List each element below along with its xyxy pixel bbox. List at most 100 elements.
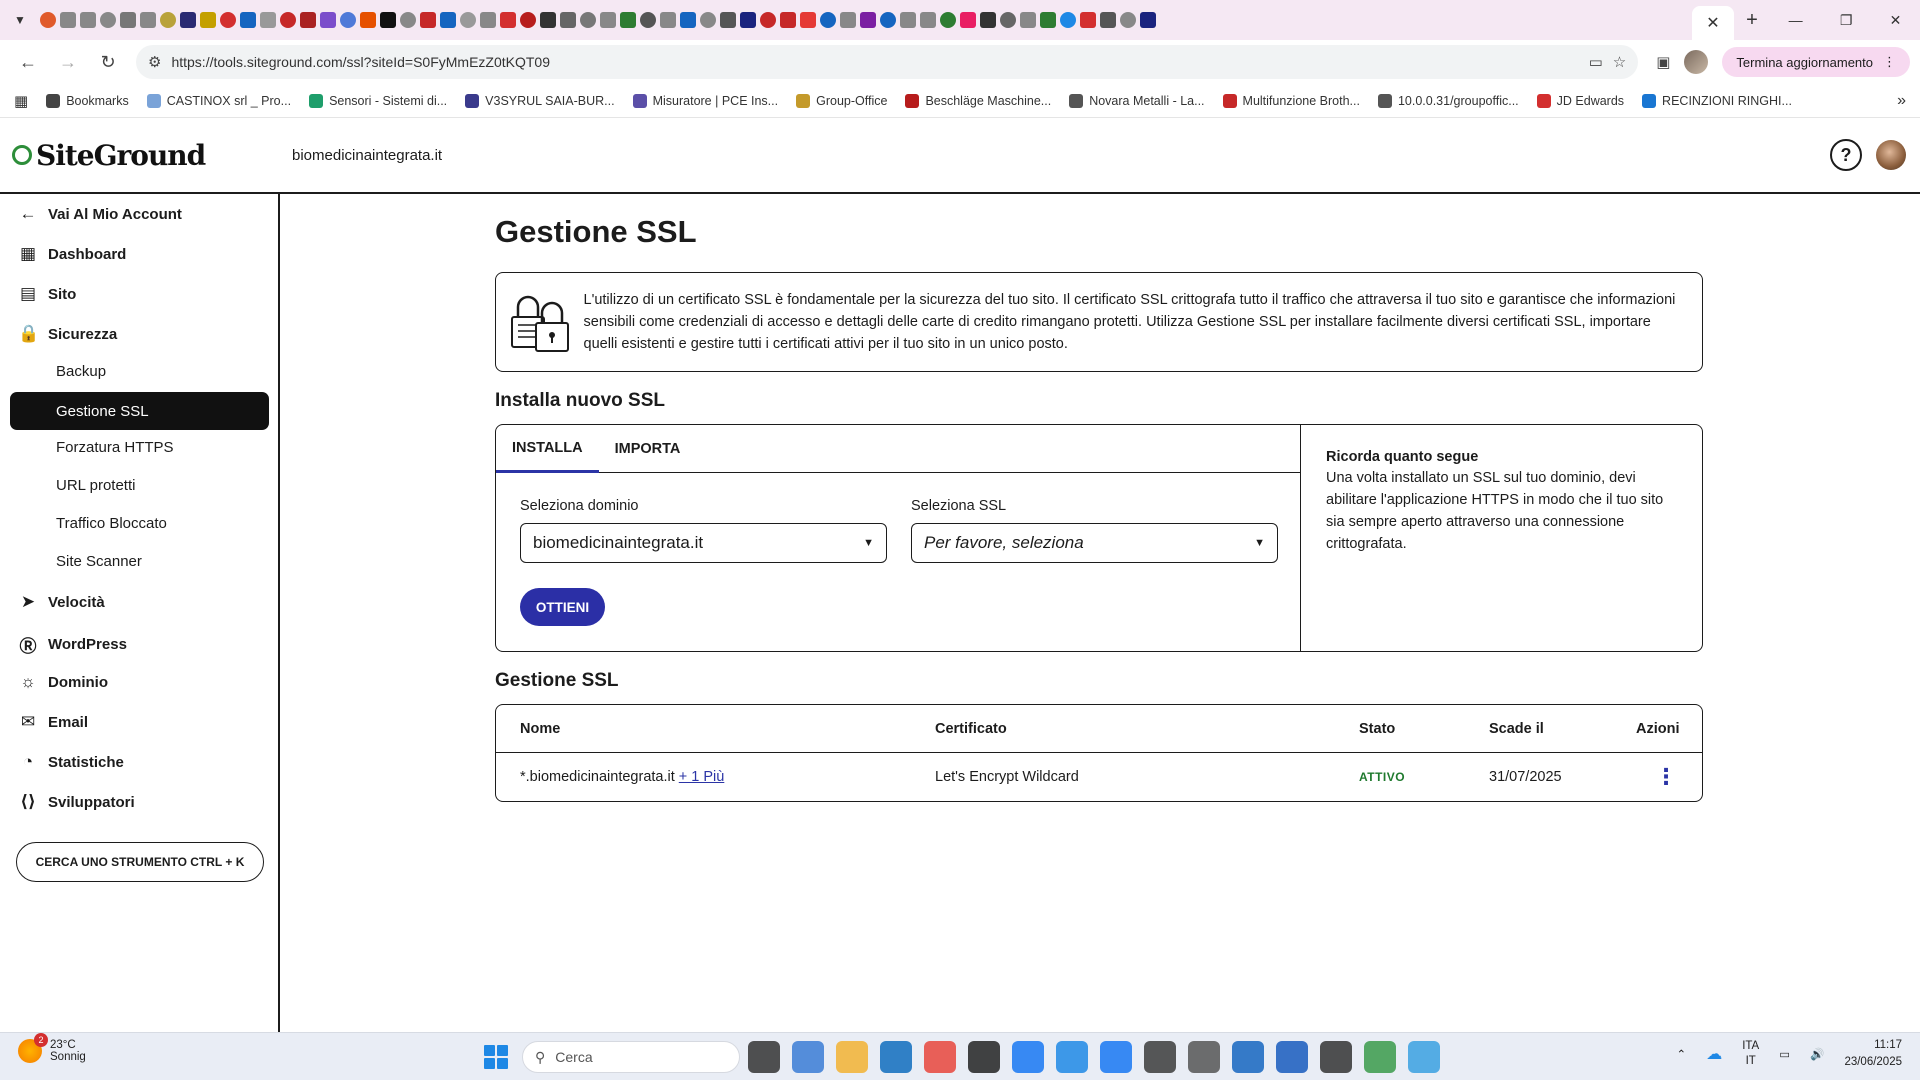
- tab-favicon[interactable]: [920, 12, 936, 28]
- tab-favicon[interactable]: [900, 12, 916, 28]
- tab-favicon[interactable]: [220, 12, 236, 28]
- tab-favicon[interactable]: [720, 12, 736, 28]
- tab-favicon[interactable]: [300, 12, 316, 28]
- tab-favicon[interactable]: [580, 12, 596, 28]
- address-bar[interactable]: ⚙ https://tools.siteground.com/ssl?siteI…: [136, 45, 1639, 79]
- sidebar-item-dominio[interactable]: ☼ Dominio: [18, 672, 108, 692]
- tab-favicon[interactable]: [440, 12, 456, 28]
- sidebar-item-wordpress[interactable]: Ⓡ WordPress: [18, 632, 127, 657]
- forward-arrow-icon[interactable]: →: [50, 44, 86, 80]
- maximize-icon[interactable]: ❐: [1840, 12, 1853, 29]
- taskbar-app-icon[interactable]: [748, 1041, 780, 1073]
- sidebar-sub-site-scanner[interactable]: Site Scanner: [56, 553, 142, 570]
- tab-favicon[interactable]: [120, 12, 136, 28]
- actions-menu-icon[interactable]: ⋮: [1655, 753, 1677, 801]
- close-tab-icon[interactable]: ✕: [1706, 13, 1719, 33]
- back-to-account-link[interactable]: ← Vai Al Mio Account: [18, 204, 182, 224]
- taskbar-app-icon[interactable]: [792, 1041, 824, 1073]
- back-arrow-icon[interactable]: ←: [10, 44, 46, 80]
- tab-favicon[interactable]: [780, 12, 796, 28]
- tab-favicon[interactable]: [1100, 12, 1116, 28]
- tab-favicon[interactable]: [600, 12, 616, 28]
- tab-favicon[interactable]: [460, 12, 476, 28]
- bookmark-item[interactable]: Group-Office: [796, 93, 887, 108]
- taskbar-app-icon[interactable]: [1012, 1041, 1044, 1073]
- sidebar-item-velocita[interactable]: ➤ Velocità: [18, 592, 105, 612]
- tab-favicon[interactable]: [1140, 12, 1156, 28]
- tab-favicon[interactable]: [980, 12, 996, 28]
- new-tab-button[interactable]: +: [1734, 9, 1770, 32]
- profile-avatar[interactable]: [1684, 50, 1709, 74]
- bookmark-item[interactable]: Beschläge Maschine...: [905, 93, 1051, 108]
- sidebar-sub-traffico-bloccato[interactable]: Traffico Bloccato: [56, 515, 167, 532]
- taskbar-app-icon[interactable]: [1364, 1041, 1396, 1073]
- tab-favicon[interactable]: [80, 12, 96, 28]
- taskbar-app-icon[interactable]: [924, 1041, 956, 1073]
- bookmark-item[interactable]: Misuratore | PCE Ins...: [632, 93, 778, 108]
- bookmark-item[interactable]: Bookmarks: [46, 93, 129, 108]
- tab-favicon[interactable]: [320, 12, 336, 28]
- more-domains-link[interactable]: + 1 Più: [679, 769, 725, 785]
- tab-favicon[interactable]: [100, 12, 116, 28]
- update-button[interactable]: Termina aggiornamento ⋮: [1722, 47, 1910, 77]
- site-domain[interactable]: biomedicinaintegrata.it: [292, 147, 442, 164]
- taskbar-app-icon[interactable]: [1232, 1041, 1264, 1073]
- sidebar-sub-forzatura-https[interactable]: Forzatura HTTPS: [56, 439, 174, 456]
- tab-favicon[interactable]: [500, 12, 516, 28]
- tab-favicon[interactable]: [760, 12, 776, 28]
- volume-icon[interactable]: 🔊: [1810, 1047, 1824, 1061]
- sidebar-sub-url-protetti[interactable]: URL protetti: [56, 477, 135, 494]
- bookmark-item[interactable]: Sensori - Sistemi di...: [309, 93, 447, 108]
- bookmark-star-icon[interactable]: ☆: [1613, 53, 1626, 71]
- tab-favicon[interactable]: [180, 12, 196, 28]
- taskbar-app-icon[interactable]: [1408, 1041, 1440, 1073]
- tab-favicon[interactable]: [260, 12, 276, 28]
- tab-search-chevron-icon[interactable]: ▼: [0, 0, 40, 40]
- tab-favicon[interactable]: [800, 12, 816, 28]
- site-info-icon[interactable]: ⚙: [148, 53, 161, 71]
- tab-favicon[interactable]: [520, 12, 536, 28]
- tab-favicon[interactable]: [880, 12, 896, 28]
- domain-select[interactable]: biomedicinaintegrata.it ▼: [520, 523, 887, 563]
- siteground-logo[interactable]: SiteGround: [12, 139, 292, 172]
- sidebar-item-email[interactable]: ✉ Email: [18, 712, 88, 732]
- tab-favicon[interactable]: [360, 12, 376, 28]
- close-window-icon[interactable]: ✕: [1890, 12, 1902, 29]
- tab-favicon[interactable]: [140, 12, 156, 28]
- tab-favicon[interactable]: [660, 12, 676, 28]
- onedrive-cloud-icon[interactable]: ☁: [1706, 1044, 1722, 1064]
- tab-favicon[interactable]: [560, 12, 576, 28]
- taskbar-app-icon[interactable]: [1320, 1041, 1352, 1073]
- tab-favicon[interactable]: [60, 12, 76, 28]
- tab-favicon[interactable]: [480, 12, 496, 28]
- user-avatar[interactable]: [1876, 140, 1906, 170]
- taskbar-app-icon[interactable]: [880, 1041, 912, 1073]
- more-bookmarks-icon[interactable]: »: [1897, 92, 1906, 110]
- reload-icon[interactable]: ↻: [90, 44, 126, 80]
- sidebar-sub-backup[interactable]: Backup: [56, 363, 106, 380]
- tab-favicon[interactable]: [640, 12, 656, 28]
- sidebar-item-sviluppatori[interactable]: ⟨⟩ Sviluppatori: [18, 792, 134, 812]
- bookmark-item[interactable]: 10.0.0.31/groupoffic...: [1377, 93, 1519, 108]
- tab-favicon[interactable]: [340, 12, 356, 28]
- bookmark-item[interactable]: RECINZIONI RINGHI...: [1642, 93, 1792, 108]
- sidebar-item-sito[interactable]: ▤ Sito: [18, 284, 76, 304]
- tab-installa[interactable]: INSTALLA: [496, 425, 599, 473]
- get-ssl-button[interactable]: OTTIENI: [520, 588, 605, 626]
- bookmark-item[interactable]: Novara Metalli - La...: [1069, 93, 1205, 108]
- url-text[interactable]: https://tools.siteground.com/ssl?siteId=…: [171, 54, 1578, 70]
- bookmark-item[interactable]: CASTINOX srl _ Pro...: [146, 93, 291, 108]
- tab-favicon[interactable]: [1040, 12, 1056, 28]
- tab-favicon[interactable]: [200, 12, 216, 28]
- language-indicator[interactable]: ITA IT: [1742, 1039, 1759, 1069]
- start-windows-icon[interactable]: [484, 1045, 508, 1069]
- menu-dots-icon[interactable]: ⋮: [1883, 54, 1896, 70]
- search-tool-button[interactable]: CERCA UNO STRUMENTO CTRL + K: [16, 842, 264, 882]
- tab-favicon[interactable]: [740, 12, 756, 28]
- taskbar-app-icon[interactable]: [1188, 1041, 1220, 1073]
- ssl-select[interactable]: Per favore, seleziona ▼: [911, 523, 1278, 563]
- taskbar-app-icon[interactable]: [968, 1041, 1000, 1073]
- minimize-icon[interactable]: —: [1789, 12, 1803, 29]
- tab-favicon[interactable]: [1000, 12, 1016, 28]
- install-app-icon[interactable]: ▭: [1589, 53, 1603, 71]
